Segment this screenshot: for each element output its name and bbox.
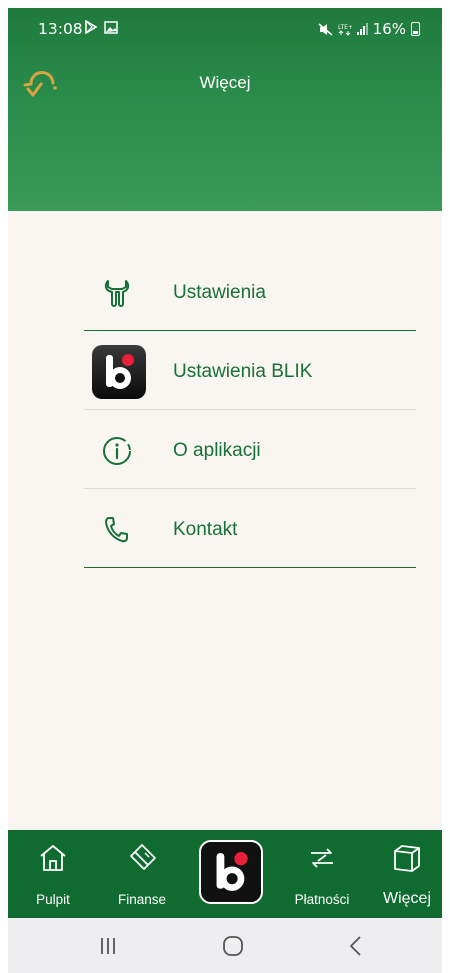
- system-nav: [8, 918, 442, 973]
- info-icon: [103, 437, 131, 465]
- nav-label: Finanse: [117, 892, 167, 907]
- nav-item-pulpit[interactable]: Pulpit: [18, 830, 88, 918]
- page-title: Więcej: [199, 73, 251, 92]
- back-nav-button[interactable]: [336, 930, 376, 962]
- menu-item-label: Ustawienia BLIK: [173, 361, 313, 382]
- home-icon: [40, 845, 66, 871]
- app-screen: 13:08 LTE+ 16% Więcej Ustawienia Ustawie…: [8, 8, 442, 973]
- svg-text:LTE+: LTE+: [338, 24, 352, 31]
- header: 13:08 LTE+ 16% Więcej: [8, 8, 442, 211]
- card-icon: [130, 844, 156, 870]
- play-store-icon: [85, 20, 98, 34]
- menu-item-blik-settings[interactable]: Ustawienia BLIK: [84, 331, 416, 410]
- home-button[interactable]: [213, 930, 253, 962]
- nav-label: Pulpit: [36, 892, 70, 907]
- transfer-icon: [311, 848, 333, 868]
- status-icons-left: [84, 20, 118, 34]
- menu-item-about[interactable]: O aplikacji: [84, 410, 416, 489]
- mute-icon: [318, 22, 333, 36]
- home-circle-icon: [223, 936, 243, 956]
- status-time: 13:08: [38, 20, 83, 38]
- menu-item-label: Kontakt: [173, 519, 238, 540]
- battery-percent: 16%: [372, 20, 406, 38]
- menu-item-contact[interactable]: Kontakt: [84, 489, 416, 568]
- nav-item-wiecej[interactable]: Więcej: [372, 830, 442, 918]
- blik-icon: [92, 345, 146, 399]
- nav-label: Płatności: [294, 892, 350, 907]
- box-icon: [394, 845, 420, 872]
- lte-icon: LTE+: [338, 24, 352, 36]
- menu-item-label: O aplikacji: [173, 440, 261, 461]
- menu-list: Ustawienia Ustawienia BLIK O aplikacji K…: [84, 252, 416, 568]
- recent-apps-icon: [101, 938, 115, 954]
- nav-item-platnosci[interactable]: Płatności: [284, 830, 360, 918]
- wrench-icon: [104, 280, 130, 307]
- bottom-nav: Pulpit Finanse Płatności Więcej: [8, 830, 442, 918]
- signal-icon: [356, 23, 368, 35]
- nav-item-blik[interactable]: [199, 840, 263, 904]
- nav-label: Więcej: [382, 890, 431, 907]
- status-bar: 13:08 LTE+ 16%: [8, 8, 442, 52]
- menu-item-label: Ustawienia: [173, 282, 266, 303]
- nav-item-finanse[interactable]: Finanse: [104, 830, 180, 918]
- battery-icon: [411, 22, 420, 36]
- phone-icon: [105, 517, 128, 543]
- status-icons-right: LTE+ 16%: [318, 20, 420, 38]
- back-chevron-icon: [350, 936, 361, 956]
- recent-apps-button[interactable]: [88, 930, 128, 962]
- gallery-icon: [104, 20, 118, 34]
- blik-icon: [201, 842, 261, 902]
- menu-item-settings[interactable]: Ustawienia: [84, 252, 416, 331]
